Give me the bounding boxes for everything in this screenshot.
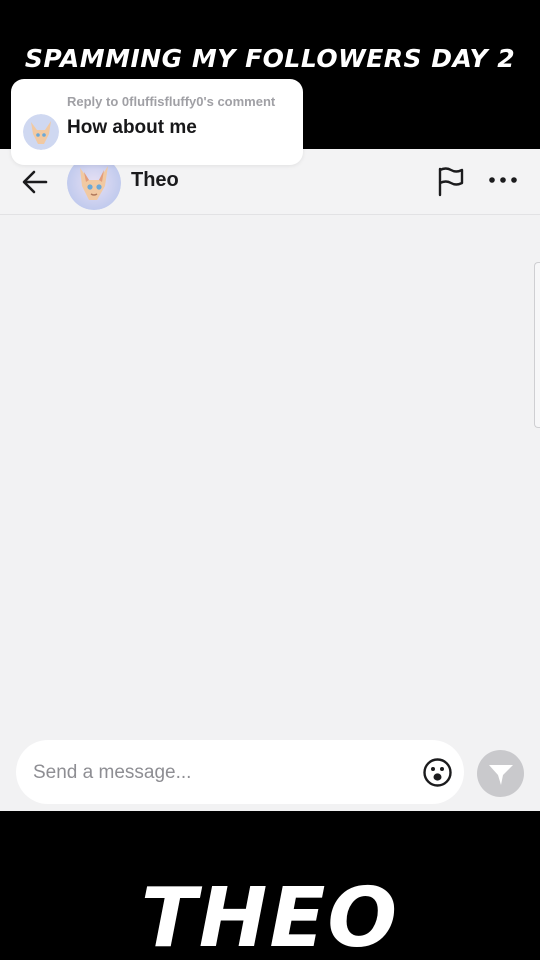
more-dots-icon <box>489 177 517 183</box>
scrollbar-handle[interactable] <box>534 262 540 428</box>
flag-icon <box>438 167 464 197</box>
chat-screen: Theo <box>0 149 540 811</box>
message-input[interactable] <box>31 754 405 792</box>
video-caption-top: SPAMMING MY FOLLOWERS DAY 2 <box>24 44 516 73</box>
emoji-icon <box>423 758 452 787</box>
reply-comment-text: How about me <box>67 117 197 138</box>
message-composer <box>16 740 464 804</box>
report-button[interactable] <box>436 165 466 197</box>
arrow-left-icon <box>22 170 48 194</box>
emoji-button[interactable] <box>422 757 453 788</box>
send-button[interactable] <box>477 750 524 797</box>
fox-avatar-icon <box>23 114 59 150</box>
reply-label: Reply to 0fluffisfluffy0's comment <box>67 94 276 109</box>
video-caption-bottom: THEO <box>140 878 400 960</box>
send-icon <box>489 765 513 785</box>
more-button[interactable] <box>487 173 519 187</box>
back-button[interactable] <box>20 167 50 197</box>
reply-comment-card: Reply to 0fluffisfluffy0's comment How a… <box>11 79 303 165</box>
commenter-avatar <box>23 114 59 150</box>
contact-name[interactable]: Theo <box>131 169 179 192</box>
